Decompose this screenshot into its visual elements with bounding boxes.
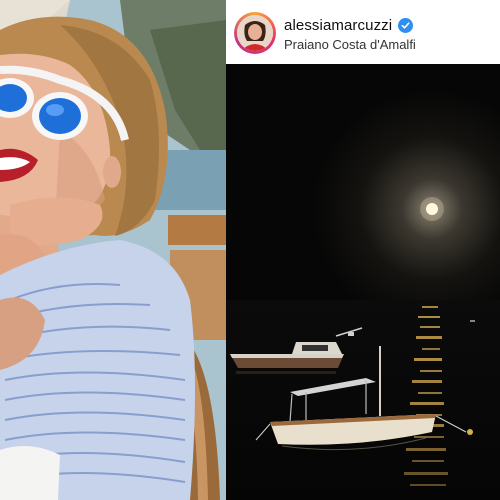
instagram-post: alessiamarcuzzi Praiano Costa d'Amalfi [226, 0, 500, 500]
username-link[interactable]: alessiamarcuzzi [284, 17, 392, 34]
post-header: alessiamarcuzzi Praiano Costa d'Amalfi [226, 0, 500, 64]
night-sea-moon-photo [226, 64, 500, 500]
username-row: alessiamarcuzzi [284, 15, 414, 35]
avatar[interactable] [237, 15, 273, 51]
avatar-story-ring[interactable] [234, 12, 276, 54]
portrait-photo [0, 0, 226, 500]
verified-check-icon [398, 17, 414, 33]
location-link[interactable]: Praiano Costa d'Amalfi [284, 37, 416, 52]
